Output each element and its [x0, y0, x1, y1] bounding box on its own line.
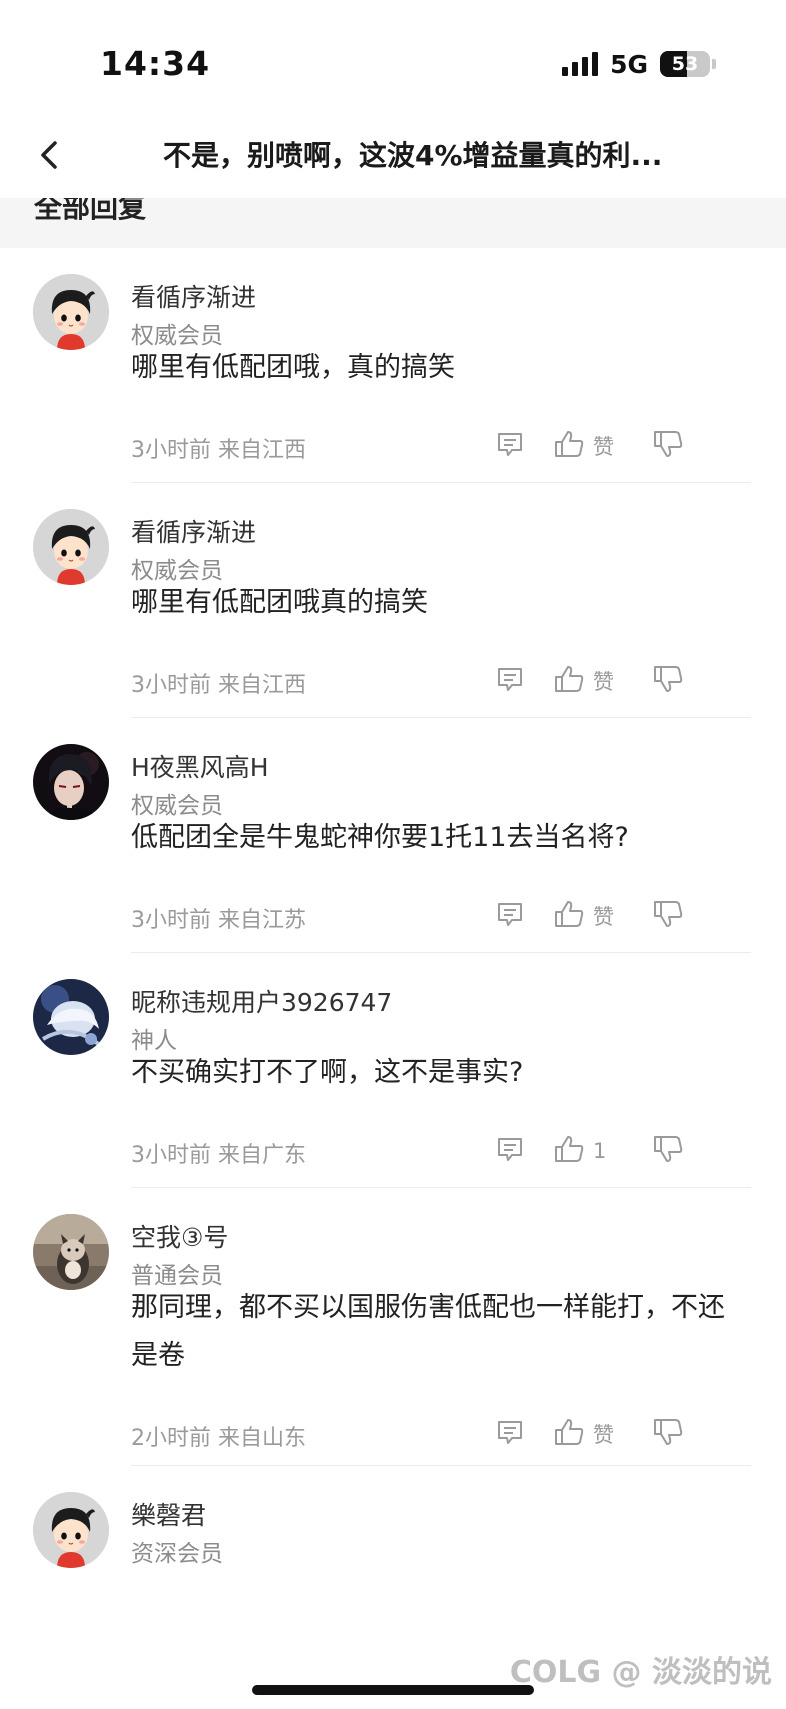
thumbs-down-icon — [652, 1416, 684, 1452]
dislike-button[interactable] — [652, 663, 684, 699]
avatar[interactable] — [33, 274, 109, 350]
like-button[interactable]: 赞 — [553, 898, 614, 934]
chevron-left-icon — [41, 141, 57, 169]
like-count: 赞 — [593, 670, 614, 694]
thumbs-up-icon — [553, 428, 585, 464]
comment-icon — [495, 429, 525, 463]
comment-meta: 3小时前 来自江苏 — [131, 908, 306, 933]
thumbs-down-icon — [652, 898, 684, 934]
username[interactable]: 空我③号 — [131, 1218, 228, 1254]
comment-icon — [495, 899, 525, 933]
thumbs-down-icon — [652, 663, 684, 699]
comment-meta: 3小时前 来自广东 — [131, 1143, 306, 1168]
network-label: 5G — [610, 49, 648, 79]
like-count: 赞 — [593, 435, 614, 459]
nav-bar: 不是，别喷啊，这波4%增益量真的利... — [0, 120, 786, 198]
username[interactable]: 樂磬君 — [131, 1496, 206, 1532]
reply-button[interactable] — [495, 428, 525, 464]
comment-icon — [495, 1417, 525, 1451]
reply-button[interactable] — [495, 1416, 525, 1452]
thumbs-up-icon — [553, 663, 585, 699]
signal-icon — [562, 52, 599, 76]
like-button[interactable]: 赞 — [553, 428, 614, 464]
comment-meta: 2小时前 来自山东 — [131, 1426, 306, 1451]
status-time: 14:34 — [100, 44, 211, 83]
username[interactable]: 看循序渐进 — [131, 513, 256, 549]
comment-icon — [495, 664, 525, 698]
user-rank: 资深会员 — [131, 1541, 223, 1567]
like-button[interactable]: 赞 — [553, 663, 614, 699]
comment-item[interactable]: H夜黑风高H 权威会员 低配团全是牛鬼蛇神你要1托11去当名将? 3小时前 来自江苏赞 — [0, 718, 786, 953]
comment-meta: 3小时前 来自江西 — [131, 673, 306, 698]
battery-icon: 53 — [660, 51, 710, 77]
battery-percent: 53 — [671, 53, 699, 75]
comment-list: 看循序渐进 权威会员 哪里有低配团哦，真的搞笑 3小时前 来自江西赞看循序渐进 权威会员… — [0, 248, 786, 1646]
comment-text[interactable]: 不买确实打不了啊，这不是事实? — [131, 1049, 751, 1097]
status-bar: 14:34 5G 53 — [0, 0, 786, 120]
avatar[interactable] — [33, 979, 109, 1055]
comment-meta: 3小时前 来自江西 — [131, 438, 306, 463]
status-indicators: 5G 53 — [562, 48, 716, 80]
dislike-button[interactable] — [652, 1416, 684, 1452]
reply-button[interactable] — [495, 898, 525, 934]
username[interactable]: 昵称违规用户3926747 — [131, 983, 392, 1019]
thumbs-up-icon — [553, 1133, 585, 1169]
home-indicator[interactable] — [252, 1685, 534, 1695]
avatar[interactable] — [33, 1214, 109, 1290]
comment-item[interactable]: 昵称违规用户3926747 神人 不买确实打不了啊，这不是事实? 3小时前 来自广东 1 — [0, 953, 786, 1188]
comment-item[interactable]: 空我③号 普通会员 那同理，都不买以国服伤害低配也一样能打，不还是卷 2小时前 来自山… — [0, 1188, 786, 1466]
thumbs-down-icon — [652, 428, 684, 464]
reply-button[interactable] — [495, 1133, 525, 1169]
back-button[interactable] — [26, 132, 72, 178]
thumbs-up-icon — [553, 898, 585, 934]
dislike-button[interactable] — [652, 898, 684, 934]
username[interactable]: H夜黑风高H — [131, 748, 269, 784]
like-count: 赞 — [593, 1423, 614, 1447]
thumbs-down-icon — [652, 1133, 684, 1169]
comment-item[interactable]: 樂磬君 资深会员 — [0, 1466, 786, 1646]
dislike-button[interactable] — [652, 428, 684, 464]
dislike-button[interactable] — [652, 1133, 684, 1169]
avatar[interactable] — [33, 744, 109, 820]
reply-button[interactable] — [495, 663, 525, 699]
comment-item[interactable]: 看循序渐进 权威会员 哪里有低配团哦，真的搞笑 3小时前 来自江西赞 — [0, 248, 786, 483]
avatar[interactable] — [33, 1492, 109, 1568]
comment-text[interactable]: 哪里有低配团哦真的搞笑 — [131, 579, 751, 627]
like-count: 1 — [593, 1139, 607, 1163]
like-button[interactable]: 赞 — [553, 1416, 614, 1452]
watermark: COLG @ 淡淡的说 — [509, 1655, 772, 1690]
page-title: 不是，别喷啊，这波4%增益量真的利... — [163, 139, 663, 172]
battery-cap — [712, 59, 716, 69]
thumbs-up-icon — [553, 1416, 585, 1452]
comment-text[interactable]: 那同理，都不买以国服伤害低配也一样能打，不还是卷 — [131, 1284, 751, 1380]
comment-text[interactable]: 哪里有低配团哦，真的搞笑 — [131, 344, 751, 392]
avatar[interactable] — [33, 509, 109, 585]
username[interactable]: 看循序渐进 — [131, 278, 256, 314]
like-count: 赞 — [593, 905, 614, 929]
comment-item[interactable]: 看循序渐进 权威会员 哪里有低配团哦真的搞笑 3小时前 来自江西赞 — [0, 483, 786, 718]
comment-icon — [495, 1134, 525, 1168]
section-title: 全部回复 — [34, 198, 147, 224]
comment-text[interactable]: 低配团全是牛鬼蛇神你要1托11去当名将? — [131, 814, 751, 862]
section-header: 全部回复 — [0, 198, 786, 248]
like-button[interactable]: 1 — [553, 1133, 606, 1169]
